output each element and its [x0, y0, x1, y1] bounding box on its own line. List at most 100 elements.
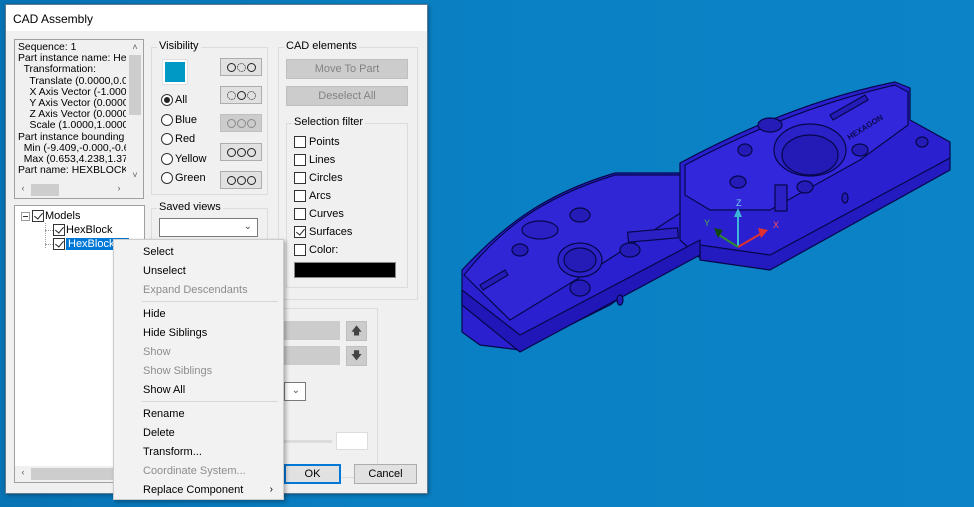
menu-item-coordinate-system[interactable]: Coordinate System... — [114, 461, 283, 480]
tree-node-hexblock[interactable]: HexBlock — [53, 223, 112, 237]
menu-item-replace-component[interactable]: Replace Component › — [114, 480, 283, 499]
menu-item-hide[interactable]: Hide — [114, 304, 283, 323]
menu-item-show[interactable]: Show — [114, 342, 283, 361]
scroll-left-icon[interactable]: ‹ — [15, 467, 31, 477]
visibility-radio-green[interactable]: Green — [161, 172, 206, 184]
radio-label: All — [175, 94, 188, 106]
move-to-part-button[interactable]: Move To Part — [286, 59, 408, 79]
menu-item-label: Select — [143, 245, 174, 258]
checkbox[interactable] — [294, 190, 306, 202]
menu-item-label: Delete — [143, 426, 175, 439]
menu-item-rename[interactable]: Rename — [114, 404, 283, 423]
info-line: Y Axis Vector (0.0000,1 — [18, 98, 126, 110]
circle-icon — [236, 62, 246, 72]
cad-elements-label: CAD elements — [284, 40, 359, 52]
radio-button[interactable] — [161, 152, 173, 165]
scroll-left-icon[interactable]: ‹ — [15, 183, 31, 193]
menu-item-show-all[interactable]: Show All — [114, 380, 283, 399]
checkbox[interactable] — [294, 226, 306, 238]
radio-button[interactable] — [161, 133, 173, 145]
menu-item-label: Coordinate System... — [143, 464, 246, 477]
saved-views-label: Saved views — [157, 201, 223, 213]
visibility-toggle-3-button[interactable] — [220, 114, 262, 132]
info-line: Sequence: 1 — [18, 42, 77, 53]
filter-circles[interactable]: Circles — [294, 172, 343, 184]
circle-icon — [226, 147, 236, 157]
menu-item-delete[interactable]: Delete — [114, 423, 283, 442]
checkbox-label: Curves — [309, 208, 344, 220]
options-dropdown[interactable]: ⌄ — [284, 382, 306, 401]
scroll-up-icon[interactable]: ˄ — [127, 42, 143, 52]
cad-elements-group: CAD elements Move To Part Deselect All S… — [278, 40, 418, 300]
filter-lines[interactable]: Lines — [294, 154, 335, 166]
visibility-radio-all[interactable]: All — [161, 94, 187, 106]
slider-value-field[interactable] — [336, 432, 368, 450]
checkbox[interactable] — [294, 172, 306, 184]
menu-item-unselect[interactable]: Unselect — [114, 261, 283, 280]
visibility-radio-red[interactable]: Red — [161, 133, 195, 145]
radio-button[interactable] — [161, 113, 173, 126]
checkbox-label: Lines — [309, 154, 336, 166]
ok-button[interactable]: OK — [284, 464, 341, 484]
disabled-field — [284, 346, 340, 365]
cad-viewport[interactable]: HEXAGON Z X Y — [440, 70, 974, 380]
info-line: Part instance bounding bo — [18, 131, 125, 143]
menu-item-transform[interactable]: Transform... — [114, 442, 283, 461]
menu-item-label: Transform... — [143, 445, 202, 458]
scroll-down-icon[interactable]: ˅ — [127, 170, 143, 180]
checkbox[interactable] — [294, 136, 306, 148]
visibility-radio-blue[interactable]: Blue — [161, 113, 197, 126]
radio-button[interactable] — [161, 94, 173, 106]
part-info-box[interactable]: Sequence: 1Part instance name: HexB Tran… — [14, 39, 144, 199]
saved-views-dropdown[interactable]: ⌄ — [159, 218, 258, 237]
filter-points[interactable]: Points — [294, 136, 340, 148]
radio-button[interactable] — [161, 172, 173, 184]
scroll-thumb[interactable] — [31, 184, 59, 196]
visibility-toggle-1-button[interactable] — [220, 58, 262, 76]
checkbox[interactable] — [294, 154, 306, 166]
saved-views-group: Saved views ⌄ — [151, 201, 268, 243]
selection-filter-group: Selection filter Points Lines Circles Arcs C… — [286, 116, 408, 288]
move-down-button[interactable]: 🡇 — [346, 346, 367, 366]
chevron-down-icon: ⌄ — [243, 221, 252, 232]
menu-item-select[interactable]: Select — [114, 242, 283, 261]
menu-item-hide-siblings[interactable]: Hide Siblings — [114, 323, 283, 342]
menu-item-label: Expand Descendants — [143, 283, 248, 296]
filter-surfaces[interactable]: Surfaces — [294, 226, 352, 238]
info-line: Part instance name: HexB — [18, 53, 126, 65]
menu-item-show-siblings[interactable]: Show Siblings — [114, 361, 283, 380]
collapse-icon[interactable] — [21, 211, 30, 221]
menu-item-label: Show All — [143, 383, 186, 396]
info-vertical-scrollbar[interactable]: ˄ ˅ — [127, 40, 143, 182]
cad-model-render: HEXAGON Z X Y — [461, 81, 951, 353]
scroll-thumb[interactable] — [129, 55, 141, 115]
filter-curves[interactable]: Curves — [294, 208, 344, 220]
visibility-group: Visibility All Blue Red Yellow Green — [151, 40, 268, 195]
circle-icon — [236, 175, 246, 185]
filter-color-swatch[interactable] — [294, 262, 396, 278]
info-line: Max (0.653,4.238,1.378 — [18, 154, 126, 166]
visibility-color-swatch[interactable] — [162, 59, 188, 85]
checkbox[interactable] — [294, 208, 306, 220]
visibility-toggle-4-button[interactable] — [220, 143, 262, 161]
info-horizontal-scrollbar[interactable]: ‹ › — [15, 182, 127, 198]
visibility-radio-yellow[interactable]: Yellow — [161, 152, 206, 165]
visibility-toggle-5-button[interactable] — [220, 171, 262, 189]
tree-checkbox[interactable] — [32, 210, 44, 222]
visibility-toggle-2-button[interactable] — [220, 86, 262, 104]
scroll-right-icon[interactable]: › — [111, 183, 127, 193]
info-line: Part name: HEXBLOCK_SL — [18, 165, 126, 177]
tree-checkbox[interactable] — [53, 224, 65, 236]
checkbox[interactable] — [294, 244, 306, 256]
cancel-button[interactable]: Cancel — [354, 464, 417, 484]
deselect-all-button[interactable]: Deselect All — [286, 86, 408, 106]
radio-label: Red — [175, 133, 196, 145]
filter-color[interactable]: Color: — [294, 244, 338, 256]
dialog-title: CAD Assembly — [13, 12, 94, 26]
tree-checkbox[interactable] — [53, 238, 65, 250]
menu-item-expand-descendants[interactable]: Expand Descendants — [114, 280, 283, 299]
move-up-button[interactable]: 🡅 — [346, 321, 367, 341]
tree-node-models[interactable]: Models — [21, 209, 80, 223]
filter-arcs[interactable]: Arcs — [294, 190, 331, 202]
slider-track[interactable] — [284, 440, 332, 443]
